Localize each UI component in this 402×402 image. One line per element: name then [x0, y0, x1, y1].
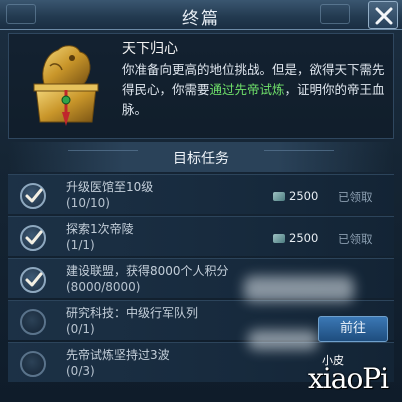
window-title: 终篇 — [182, 9, 220, 29]
task-name: 升级医馆至10级 — [66, 180, 154, 194]
close-icon — [375, 7, 393, 25]
task-name: 研究科技：中级行军队列 — [66, 306, 199, 320]
section-header: 目标任务 — [8, 142, 394, 172]
intro-text-highlight: 通过先帝试炼 — [209, 82, 285, 97]
task-claimed-label: 已领取 — [338, 232, 373, 246]
task-name: 先帝试炼坚持过3波 — [66, 348, 170, 362]
task-progress: (0/1) — [66, 322, 95, 336]
intro-text: 你准备向更高的地位挑战。但是，欲得天下需先得民心，你需要通过先帝试炼，证明你的帝… — [122, 60, 392, 120]
close-button[interactable] — [368, 1, 398, 29]
check-icon — [25, 230, 43, 245]
check-icon — [25, 188, 43, 203]
task-row: 探索1次帝陵 (1/1) 2500 已领取 — [8, 216, 394, 256]
obscured-region — [244, 276, 354, 302]
task-status — [20, 351, 46, 377]
intro-title: 天下归心 — [122, 41, 178, 57]
task-progress: (10/10) — [66, 196, 110, 210]
task-name: 探索1次帝陵 — [66, 222, 134, 236]
task-status — [20, 309, 46, 335]
task-reward-value: 2500 — [289, 189, 319, 203]
task-status — [20, 267, 46, 293]
task-reward: 2500 — [273, 189, 318, 203]
task-reward-value: 2500 — [289, 231, 319, 245]
task-progress: (8000/8000) — [66, 280, 141, 294]
quest-panel: 终篇 天下归心 你准备向更高的地位挑战。但是，欲得天下需先得民心，你需要通过先帝… — [0, 0, 402, 402]
obscured-region — [248, 330, 318, 350]
task-row: 升级医馆至10级 (10/10) 2500 已领取 — [8, 174, 394, 214]
task-status — [20, 225, 46, 251]
task-reward: 2500 — [273, 231, 318, 245]
section-title: 目标任务 — [173, 151, 229, 167]
task-name: 建设联盟，获得8000个人积分 — [66, 264, 229, 278]
go-button[interactable]: 前往 — [318, 316, 388, 342]
task-status — [20, 183, 46, 209]
task-progress: (0/3) — [66, 364, 95, 378]
gem-icon — [273, 234, 285, 243]
check-icon — [25, 272, 43, 287]
task-progress: (1/1) — [66, 238, 95, 252]
watermark-big: xiaoPi — [308, 362, 389, 395]
gem-icon — [273, 192, 285, 201]
task-claimed-label: 已领取 — [338, 190, 373, 204]
title-bar: 终篇 — [0, 0, 402, 30]
watermark-logo: 小皮 xiaoPi — [300, 352, 400, 400]
imperial-seal-icon — [33, 45, 99, 126]
